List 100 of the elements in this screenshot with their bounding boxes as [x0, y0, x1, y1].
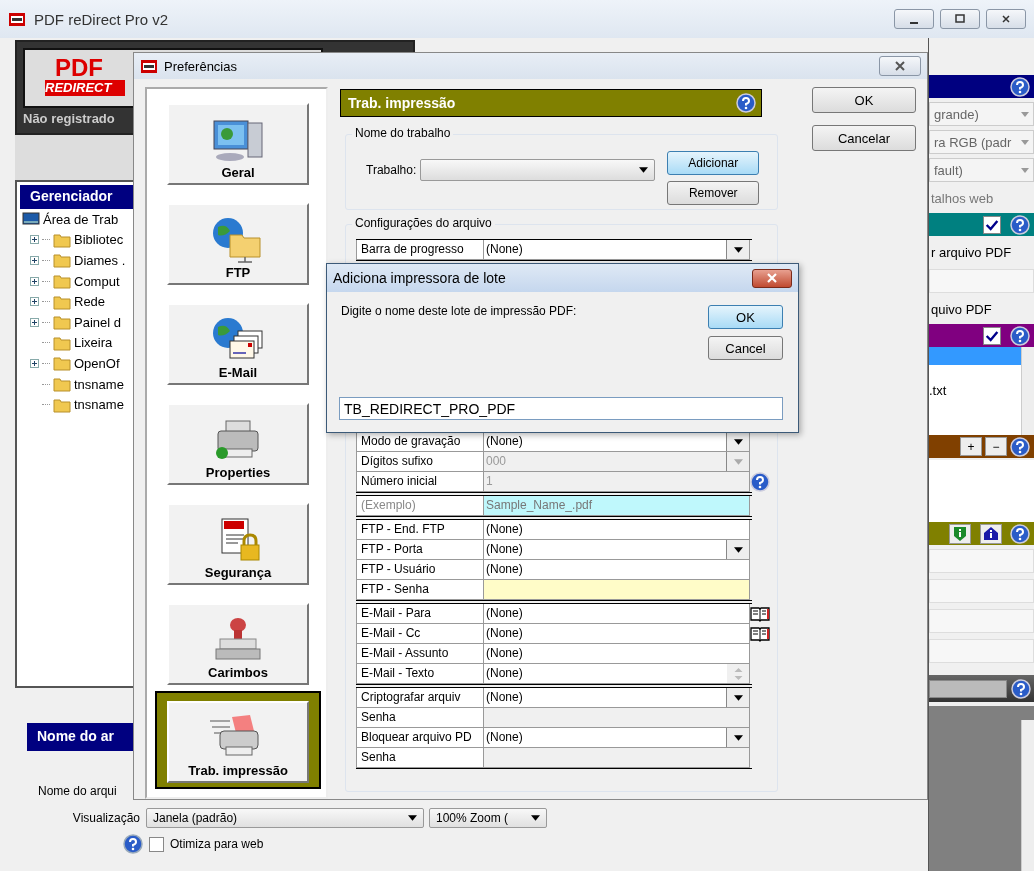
- property-value[interactable]: (None): [484, 688, 750, 708]
- address-book-icon[interactable]: [750, 606, 770, 622]
- input-field[interactable]: [929, 269, 1034, 293]
- expand-icon[interactable]: [30, 317, 39, 327]
- dropdown[interactable]: ra RGB (padr: [929, 130, 1034, 154]
- help-icon[interactable]: [1010, 325, 1030, 346]
- tree-item[interactable]: tnsname: [74, 376, 124, 392]
- property-value[interactable]: (None): [484, 624, 750, 644]
- folder-icon: [53, 376, 71, 393]
- small-button[interactable]: −: [985, 437, 1007, 456]
- minimize-button[interactable]: [894, 9, 934, 29]
- checkbox[interactable]: [983, 326, 1001, 345]
- name-input-field[interactable]: TB_REDIRECT_PRO_PDF: [339, 397, 783, 420]
- view-dropdown[interactable]: Janela (padrão): [146, 808, 424, 828]
- download-info-icon[interactable]: [948, 523, 972, 544]
- caret-icon: [733, 438, 743, 445]
- info-icon[interactable]: [979, 523, 1003, 544]
- property-label: E-Mail - Cc: [356, 624, 484, 644]
- option-label: quivo PDF: [930, 301, 993, 319]
- dropdown-button[interactable]: [726, 728, 749, 747]
- dropdown-button[interactable]: [726, 688, 749, 707]
- expand-icon[interactable]: [30, 297, 39, 307]
- add-button[interactable]: Adicionar: [667, 151, 760, 175]
- tree-item[interactable]: Rede: [74, 294, 106, 310]
- input-field[interactable]: [929, 579, 1034, 603]
- checkbox[interactable]: [983, 215, 1001, 234]
- remove-button[interactable]: Remover: [667, 181, 760, 205]
- category-button[interactable]: Segurança: [167, 503, 309, 585]
- input-field[interactable]: [929, 609, 1034, 633]
- address-book-icon[interactable]: [750, 626, 770, 642]
- input-field[interactable]: [929, 639, 1034, 663]
- tree-item[interactable]: Diames .: [74, 253, 126, 268]
- close-button[interactable]: [879, 56, 921, 76]
- tree-item[interactable]: Bibliotec: [74, 232, 124, 248]
- tree-item[interactable]: Área de Trab: [43, 211, 119, 227]
- caret-icon: [1021, 139, 1029, 145]
- tree-item[interactable]: Painel d: [74, 314, 121, 330]
- help-icon[interactable]: [1011, 678, 1031, 699]
- property-value[interactable]: (None): [484, 728, 750, 748]
- expand-icon[interactable]: [30, 235, 39, 245]
- property-value[interactable]: (None): [484, 520, 750, 540]
- property-value[interactable]: [484, 580, 750, 600]
- dropdown[interactable]: grande): [929, 102, 1034, 126]
- property-value[interactable]: (None): [484, 540, 750, 560]
- dropdown-button[interactable]: [726, 540, 749, 559]
- help-icon[interactable]: [123, 834, 143, 854]
- checkbox[interactable]: [149, 836, 164, 852]
- scrollbar[interactable]: [1021, 347, 1034, 435]
- property-label: (Exemplo): [356, 496, 484, 516]
- expand-icon[interactable]: [30, 256, 39, 265]
- cancel-button[interactable]: Cancel: [708, 336, 783, 360]
- expand-icon[interactable]: [30, 358, 39, 368]
- input-field[interactable]: [929, 549, 1034, 573]
- property-value[interactable]: (None): [484, 604, 750, 624]
- category-button[interactable]: FTP: [167, 203, 309, 285]
- help-icon[interactable]: [736, 93, 756, 113]
- expand-icon[interactable]: [30, 276, 39, 286]
- property-label: Senha: [356, 748, 484, 768]
- help-icon[interactable]: [1010, 76, 1030, 97]
- category-button[interactable]: Geral: [167, 103, 309, 185]
- cancel-button[interactable]: Cancelar: [812, 125, 916, 151]
- tree-item[interactable]: tnsname: [74, 397, 124, 413]
- small-button[interactable]: +: [960, 437, 982, 456]
- help-icon[interactable]: [1010, 436, 1030, 457]
- scrollbar[interactable]: [1021, 720, 1034, 871]
- job-dropdown[interactable]: [420, 159, 656, 181]
- ok-button[interactable]: OK: [708, 305, 783, 329]
- dropdown-button[interactable]: [726, 240, 749, 259]
- group-title: Nome do trabalho: [352, 126, 454, 140]
- category-button[interactable]: Trab. impressão: [167, 701, 309, 783]
- property-value[interactable]: (None): [484, 664, 750, 684]
- tree-item[interactable]: Lixeira: [74, 335, 113, 351]
- maximize-icon: [954, 13, 966, 25]
- help-icon[interactable]: [750, 472, 770, 492]
- property-label: E-Mail - Assunto: [356, 644, 484, 664]
- category-button[interactable]: E-Mail: [167, 303, 309, 385]
- help-icon[interactable]: [1010, 214, 1030, 235]
- category-button[interactable]: Carimbos: [167, 603, 309, 685]
- tree-item[interactable]: OpenOf: [74, 355, 120, 371]
- ok-button[interactable]: OK: [812, 87, 916, 113]
- list-item[interactable]: .txt: [929, 381, 1021, 401]
- pdf-app-icon: [140, 57, 158, 75]
- zoom-dropdown[interactable]: 100% Zoom (: [429, 808, 547, 828]
- category-button[interactable]: Properties: [167, 403, 309, 485]
- folder-icon: [53, 396, 71, 413]
- help-icon[interactable]: [1010, 523, 1030, 544]
- dropdown[interactable]: fault): [929, 158, 1034, 182]
- property-value[interactable]: (None): [484, 432, 750, 452]
- option-label: talhos web: [930, 190, 995, 208]
- close-button[interactable]: [752, 268, 792, 288]
- folder-icon: [53, 273, 71, 290]
- minimize-icon: [910, 22, 918, 24]
- property-value[interactable]: (None): [484, 560, 750, 580]
- property-value[interactable]: (None): [484, 240, 750, 260]
- file-list[interactable]: .txt: [929, 347, 1034, 435]
- window-title: PDF reDirect Pro v2: [34, 10, 169, 28]
- property-value[interactable]: (None): [484, 644, 750, 664]
- tree-item[interactable]: Comput: [74, 273, 120, 289]
- property-value[interactable]: Sample_Name_.pdf: [484, 496, 750, 516]
- maximize-button[interactable]: [940, 9, 980, 29]
